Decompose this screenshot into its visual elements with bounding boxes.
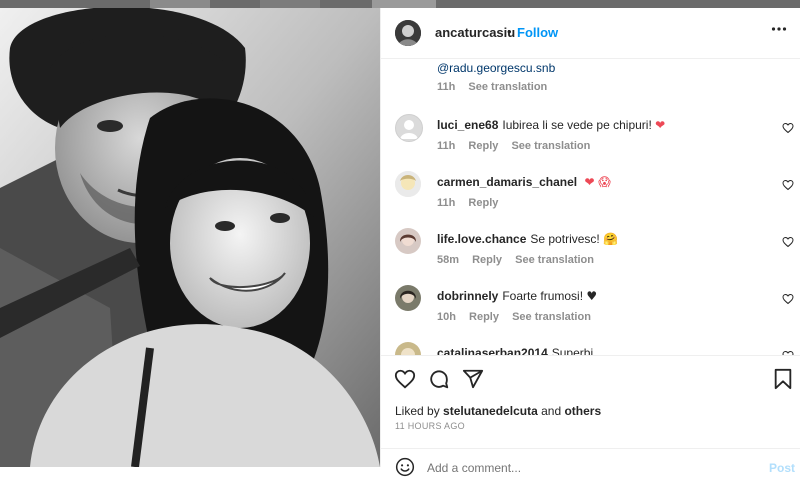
comment-text: carmen_damaris_chanel ❤ 😱	[437, 175, 611, 189]
share-icon[interactable]	[462, 368, 484, 390]
comment-body: Foarte frumosi!	[502, 289, 584, 303]
commenter-username[interactable]: catalinaserban2014	[437, 346, 548, 355]
comment-emoji: 🤗	[603, 232, 619, 246]
commenter-username[interactable]: carmen_damaris_chanel	[437, 175, 577, 189]
commenter-username[interactable]: luci_ene68	[437, 118, 498, 132]
post-photo[interactable]	[0, 8, 380, 467]
mention-link[interactable]: @radu.georgescu.snb	[437, 61, 555, 75]
likes-others-link[interactable]: others	[564, 404, 601, 418]
background-strip	[0, 0, 800, 8]
post-actions: Liked by stelutanedelcuta and others 11 …	[381, 355, 800, 477]
reply-button[interactable]: Reply	[472, 254, 502, 266]
post-comment-button[interactable]: Post	[769, 461, 795, 475]
follow-button[interactable]: Follow	[517, 25, 558, 40]
liker-username[interactable]: stelutanedelcuta	[443, 404, 538, 418]
comment-meta: 58m Reply See translation	[437, 254, 604, 266]
comment-emoji: ❤ 😱	[584, 175, 611, 189]
comment-item: life.love.chance Se potrivesc! 🤗 58m Repl…	[381, 228, 800, 284]
add-comment-bar: Post	[381, 448, 800, 479]
more-icon	[771, 27, 787, 31]
commenter-username[interactable]: dobrinnely	[437, 289, 498, 303]
comment-like-icon[interactable]	[782, 293, 794, 305]
comment-meta: 11h Reply	[437, 197, 508, 209]
comment-text: luci_ene68 Iubirea li se vede pe chipuri!…	[437, 118, 665, 132]
comment-time: 11h	[437, 197, 456, 209]
comment-like-icon[interactable]	[782, 122, 794, 134]
comment-time: 11h	[437, 140, 456, 152]
author-avatar[interactable]	[395, 20, 421, 46]
comment-time: 10h	[437, 311, 456, 323]
reply-button[interactable]: Reply	[468, 140, 498, 152]
comment-body: Iubirea li se vede pe chipuri!	[502, 118, 652, 132]
comment-like-icon[interactable]	[782, 236, 794, 248]
see-translation-link[interactable]: See translation	[511, 140, 590, 152]
comment-body: Superbi	[551, 346, 594, 355]
author-username[interactable]: ancaturcasiu	[435, 25, 515, 40]
see-translation-link[interactable]: See translation	[468, 81, 547, 93]
likes-prefix: Liked by	[395, 404, 440, 418]
commenter-avatar[interactable]	[395, 342, 421, 355]
commenter-username[interactable]: life.love.chance	[437, 232, 526, 246]
post-timestamp: 11 HOURS AGO	[395, 421, 465, 431]
post-side-panel: ancaturcasiu • Follow @radu.georgescu.sn…	[380, 8, 800, 477]
commenter-avatar[interactable]	[395, 285, 421, 311]
comment-body: Se potrivesc!	[530, 232, 600, 246]
comment-input[interactable]	[427, 461, 727, 475]
header-separator: •	[507, 24, 512, 39]
comment-meta: 10h Reply See translation	[437, 311, 601, 323]
background-thumbnail	[150, 0, 210, 8]
bookmark-icon[interactable]	[773, 368, 793, 390]
see-translation-link[interactable]: See translation	[512, 311, 591, 323]
mention-meta: 11h See translation	[437, 81, 557, 93]
more-options-button[interactable]	[771, 21, 787, 42]
comment-like-icon[interactable]	[782, 179, 794, 191]
comments-list[interactable]: @radu.georgescu.snb 11h See translation …	[381, 59, 800, 355]
background-thumbnail	[372, 0, 436, 8]
reply-button[interactable]: Reply	[468, 197, 498, 209]
commenter-avatar[interactable]	[395, 171, 421, 197]
comment-text: life.love.chance Se potrivesc! 🤗	[437, 232, 618, 246]
comment-time: 58m	[437, 254, 460, 266]
emoji-icon[interactable]	[395, 457, 415, 477]
likes-and: and	[541, 404, 562, 418]
comment-icon[interactable]	[428, 368, 450, 390]
comment-item: catalinaserban2014 Superbi	[381, 342, 800, 355]
comment-meta: 11h Reply See translation	[437, 140, 600, 152]
post-photo-image	[0, 8, 380, 467]
see-translation-link[interactable]: See translation	[515, 254, 594, 266]
commenter-avatar[interactable]	[395, 228, 421, 254]
comment-item: luci_ene68 Iubirea li se vede pe chipuri!…	[381, 114, 800, 170]
reply-button[interactable]: Reply	[469, 311, 499, 323]
likes-summary: Liked by stelutanedelcuta and others	[395, 404, 601, 418]
background-thumbnail	[260, 0, 320, 8]
comment-item: carmen_damaris_chanel ❤ 😱 11h Reply	[381, 171, 800, 227]
comment-text: dobrinnely Foarte frumosi! ♥	[437, 289, 597, 303]
post-header: ancaturcasiu • Follow	[381, 8, 800, 59]
comment-emoji: ❤	[655, 118, 666, 132]
comment-text: catalinaserban2014 Superbi	[437, 346, 593, 355]
comment-item: dobrinnely Foarte frumosi! ♥ 10h Reply Se…	[381, 285, 800, 341]
comment-emoji: ♥	[586, 289, 598, 303]
comment-time: 11h	[437, 81, 456, 93]
heart-icon[interactable]	[394, 368, 416, 390]
commenter-avatar[interactable]	[395, 114, 423, 142]
